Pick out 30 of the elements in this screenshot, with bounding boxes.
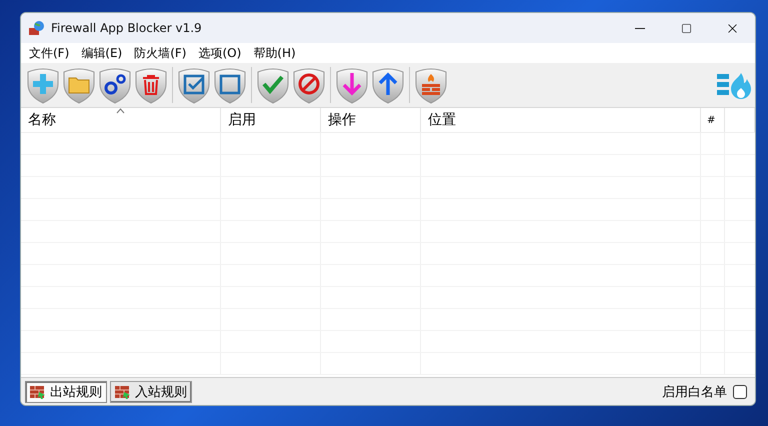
- toolbar-prohibited-button[interactable]: [291, 66, 327, 104]
- menu-item[interactable]: 文件(F): [23, 44, 76, 62]
- toolbar-checkmark-button[interactable]: [255, 66, 291, 104]
- menu-item[interactable]: 帮助(H): [247, 44, 302, 62]
- rules-tab[interactable]: 出站规则: [25, 380, 107, 402]
- brick-arrow-icon: [115, 384, 131, 398]
- column-header[interactable]: 位置: [428, 111, 456, 129]
- toolbar-gears-button[interactable]: [97, 66, 133, 104]
- toolbar-up-arrow-button[interactable]: [370, 66, 406, 104]
- toolbar-down-arrow-button[interactable]: [334, 66, 370, 104]
- maximize-icon: [680, 22, 692, 34]
- menu-item[interactable]: 防火墙(F): [128, 44, 192, 62]
- list-flame-icon: [717, 71, 751, 99]
- whitelist-label: 启用白名单: [662, 384, 727, 400]
- column-header[interactable]: 操作: [328, 111, 356, 129]
- brick-arrow-icon: [30, 384, 46, 398]
- toolbar-trash-button[interactable]: [133, 66, 169, 104]
- toolbar-empty-box-button[interactable]: [212, 66, 248, 104]
- menu-item[interactable]: 选项(O): [192, 44, 248, 62]
- column-header[interactable]: #: [707, 114, 716, 126]
- menu-item[interactable]: 编辑(E): [75, 44, 128, 62]
- rules-tab[interactable]: 入站规则: [110, 380, 192, 402]
- app-logo-icon: [29, 20, 45, 36]
- toolbar-checked-box-button[interactable]: [176, 66, 212, 104]
- toolbar-plus-button[interactable]: [25, 66, 61, 104]
- whitelist-checkbox[interactable]: [733, 384, 747, 398]
- toolbar-brick-wall-fire-button[interactable]: [413, 66, 449, 104]
- column-header[interactable]: 启用: [228, 111, 256, 129]
- column-header[interactable]: 名称: [28, 111, 56, 129]
- window-title: Firewall App Blocker v1.9: [51, 21, 203, 35]
